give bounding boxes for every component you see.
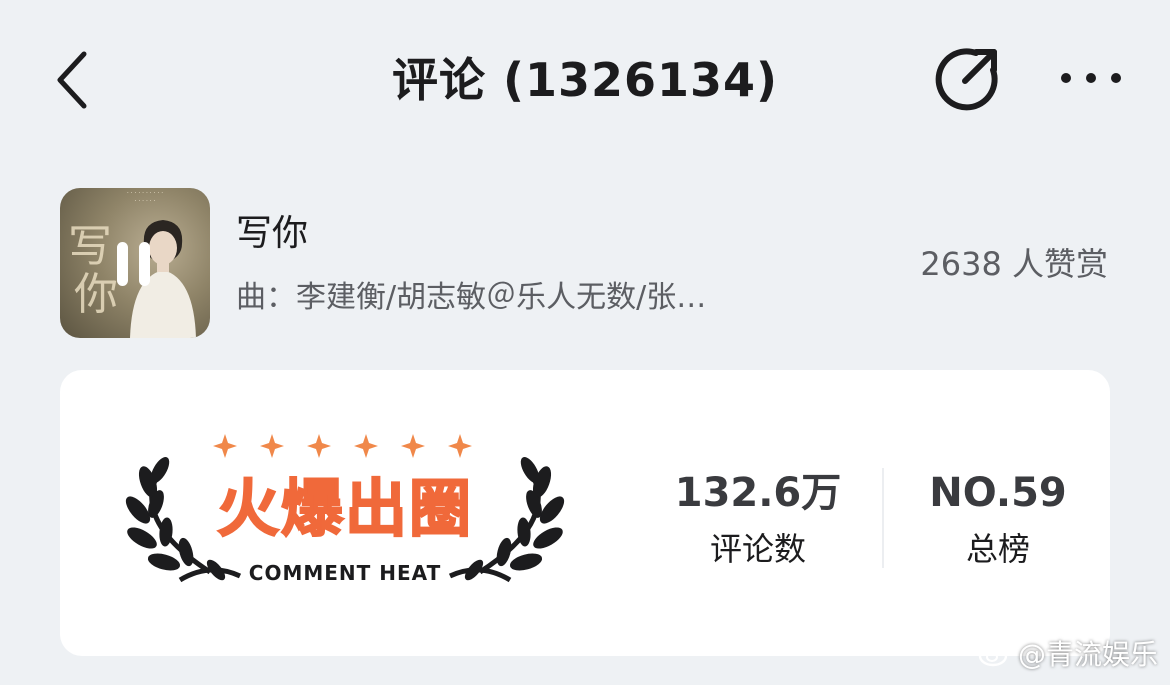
share-button[interactable]: [932, 44, 1002, 114]
back-button[interactable]: [52, 48, 96, 112]
comment-count-label: 评论数: [709, 530, 806, 568]
more-options-button[interactable]: [1058, 58, 1124, 98]
chevron-left-icon: [57, 51, 87, 109]
comment-count-stat[interactable]: 132.6万 评论数: [648, 466, 868, 574]
comment-heat-card: 火爆出圈 COMMENT HEAT 132.6万 评论数 NO.59 总榜: [60, 370, 1110, 656]
watermark-text: @青流娱乐: [1017, 638, 1158, 671]
cover-calligraphy-2: 你: [74, 269, 118, 320]
pause-icon[interactable]: [117, 242, 151, 286]
watermark: @青流娱乐: [978, 633, 1158, 673]
rank-stat[interactable]: NO.59 总榜: [888, 466, 1108, 574]
rank-label: 总榜: [965, 530, 1030, 568]
rank-value: NO.59: [929, 470, 1067, 516]
album-cover[interactable]: · · · · · · · · · · · · · · · · 写 你: [60, 188, 210, 338]
song-title[interactable]: 写你: [236, 210, 308, 258]
badge-title: 火爆出圈: [217, 472, 473, 545]
reward-count[interactable]: 2638 人赞赏: [920, 242, 1108, 286]
more-dots-icon: [1061, 73, 1121, 83]
cover-caption: · · · · · · · · · · · · · · · ·: [126, 190, 164, 205]
star-row-icon: [213, 434, 472, 458]
share-icon: [935, 48, 998, 111]
song-credits[interactable]: 曲：李建衡/胡志敏＠乐人无数/张…: [236, 276, 816, 320]
comment-heat-badge: 火爆出圈 COMMENT HEAT: [125, 434, 565, 585]
comment-count-value: 132.6万: [674, 470, 842, 516]
weibo-logo-icon: [978, 641, 1011, 667]
stat-divider: [882, 468, 884, 568]
badge-subtitle: COMMENT HEAT: [249, 561, 441, 585]
